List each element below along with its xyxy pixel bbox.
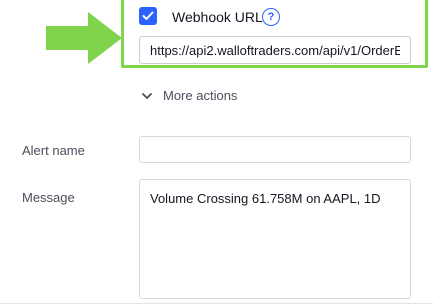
checkmark-icon (142, 11, 154, 20)
alert-settings-panel: Webhook URL ? More actions Alert name Me… (0, 0, 433, 306)
chevron-down-icon (142, 93, 152, 99)
message-label: Message (22, 190, 75, 205)
more-actions-label: More actions (163, 88, 238, 103)
webhook-checkbox[interactable] (139, 7, 157, 25)
divider (0, 303, 433, 304)
alert-name-input[interactable] (139, 136, 411, 163)
question-circle-icon[interactable]: ? (262, 8, 280, 26)
more-actions-toggle[interactable]: More actions (141, 87, 237, 105)
message-textarea[interactable]: Volume Crossing 61.758M on AAPL, 1D (139, 179, 411, 299)
alert-name-label: Alert name (22, 143, 85, 158)
webhook-url-input[interactable] (139, 36, 411, 64)
green-arrow-annotation (46, 12, 122, 64)
webhook-url-label: Webhook URL (172, 9, 263, 25)
